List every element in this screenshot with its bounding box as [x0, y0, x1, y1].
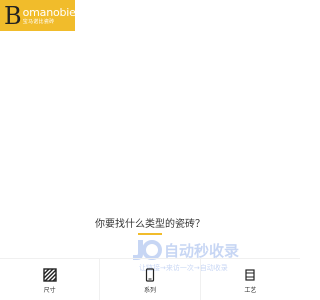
phone-outline-icon [145, 268, 155, 282]
category-label: 系列 [143, 287, 156, 294]
logo[interactable]: B omanobie 宝马诺比瓷砖 [0, 0, 76, 31]
category-label: 尺寸 [43, 287, 56, 294]
hatched-square-icon [42, 268, 57, 282]
logo-text: omanobie 宝马诺比瓷砖 [22, 5, 76, 25]
category-label: 工艺 [244, 287, 257, 294]
tile-chip-icon [245, 269, 255, 281]
logo-name: omanobie [22, 5, 76, 19]
category-size[interactable]: 尺寸 [0, 259, 101, 300]
section-question: 你要找什么类型的瓷砖？ [95, 219, 205, 230]
category-craft[interactable]: 工艺 [201, 259, 300, 300]
question-underline [138, 233, 162, 235]
category-nav: 尺寸 系列 工艺 [0, 258, 300, 300]
logo-subtitle: 宝马诺比瓷砖 [22, 18, 55, 25]
page: B omanobie 宝马诺比瓷砖 你要找什么类型的瓷砖？ 自动秒收录 让链接→… [0, 0, 300, 300]
category-series[interactable]: 系列 [100, 259, 201, 300]
logo-letter: B [4, 1, 22, 30]
